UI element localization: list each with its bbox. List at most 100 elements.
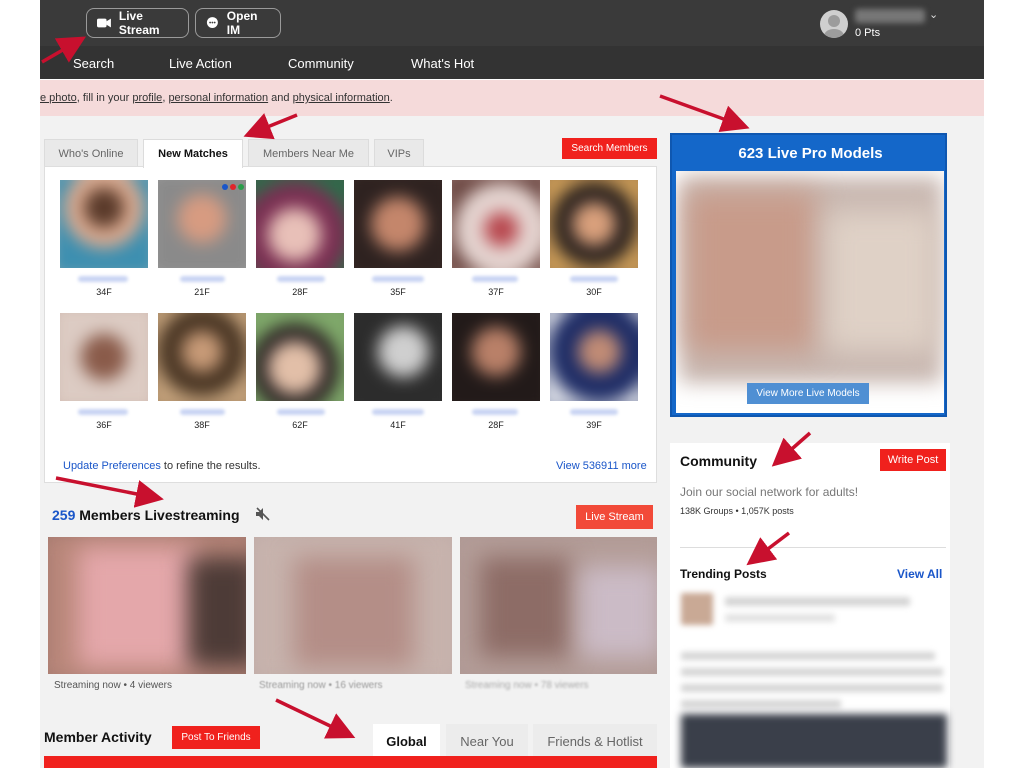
member-age: 36F <box>96 420 112 430</box>
post-meta-blurred <box>725 614 835 622</box>
livestream-label: Members Livestreaming <box>75 507 240 523</box>
nav-live-action[interactable]: Live Action <box>169 56 232 71</box>
community-subtitle: Join our social network for adults! <box>680 485 859 499</box>
live-models-preview[interactable] <box>676 171 944 413</box>
username-blurred <box>570 276 618 282</box>
post-to-friends-button[interactable]: Post To Friends <box>172 726 260 749</box>
video-camera-icon <box>97 18 111 28</box>
stream-caption: Streaming now • 16 viewers <box>259 680 383 691</box>
member-thumb[interactable] <box>60 180 148 268</box>
tab-friends-hotlist[interactable]: Friends & Hotlist <box>533 724 657 758</box>
photo-link[interactable]: e photo <box>40 92 77 104</box>
nav-community[interactable]: Community <box>288 56 354 71</box>
username-blurred <box>180 409 225 415</box>
notice-and: and <box>268 92 293 104</box>
member-age: 37F <box>488 287 504 297</box>
post-text-blurred <box>681 652 935 660</box>
tab-whos-online[interactable]: Who's Online <box>44 139 138 167</box>
physical-info-link[interactable]: physical information <box>293 92 390 104</box>
member-age: 62F <box>292 420 308 430</box>
tab-new-matches[interactable]: New Matches <box>143 139 243 168</box>
username-blurred <box>277 276 325 282</box>
tab-vips[interactable]: VIPs <box>374 139 424 167</box>
post-text-blurred <box>681 668 943 676</box>
member-age: 38F <box>194 420 210 430</box>
activity-banner[interactable] <box>44 756 657 768</box>
member-age: 28F <box>292 287 308 297</box>
username-blurred <box>78 276 128 282</box>
livestreaming-title: 259 Members Livestreaming <box>52 507 240 523</box>
member-thumb[interactable] <box>256 180 344 268</box>
update-preferences-line: Update Preferences to refine the results… <box>63 460 261 472</box>
username-blurred <box>180 276 225 282</box>
live-stream-label: Live Stream <box>118 9 160 37</box>
live-models-title: 623 Live Pro Models <box>738 145 883 162</box>
chat-bubble-icon <box>206 17 218 29</box>
live-models-card[interactable]: 623 Live Pro Models <box>670 133 947 417</box>
open-im-label: Open IM <box>226 9 258 37</box>
avatar[interactable] <box>820 10 848 38</box>
post-image-blurred[interactable] <box>681 714 947 768</box>
member-age: 34F <box>96 287 112 297</box>
personal-info-link[interactable]: personal information <box>168 92 268 104</box>
username-blurred <box>570 409 618 415</box>
community-stats: 138K Groups • 1,057K posts <box>680 506 794 516</box>
member-thumb[interactable] <box>354 180 442 268</box>
divider <box>680 547 946 548</box>
member-thumb[interactable] <box>158 180 246 268</box>
post-text-blurred <box>681 684 943 692</box>
member-thumb[interactable] <box>354 313 442 401</box>
username-blurred <box>372 276 424 282</box>
member-age: 28F <box>488 420 504 430</box>
member-thumb[interactable] <box>60 313 148 401</box>
nav-whats-hot[interactable]: What's Hot <box>411 56 474 71</box>
open-im-button[interactable]: Open IM <box>195 8 281 38</box>
username-blurred <box>78 409 128 415</box>
nav-search[interactable]: Search <box>73 56 114 71</box>
stream-preview[interactable] <box>254 537 452 674</box>
update-preferences-text: to refine the results. <box>160 460 261 472</box>
member-age: 39F <box>586 420 602 430</box>
post-avatar[interactable] <box>681 593 713 625</box>
notice-end: . <box>389 92 393 104</box>
community-title: Community <box>680 453 757 469</box>
stream-caption: Streaming now • 4 viewers <box>54 680 172 691</box>
username-blurred[interactable] <box>855 9 925 23</box>
live-stream-button[interactable]: Live Stream <box>86 8 189 38</box>
notice-text: , fill in your <box>76 92 133 104</box>
live-stream-section-button[interactable]: Live Stream <box>576 505 653 529</box>
username-blurred <box>372 409 424 415</box>
points-label: 0 Pts <box>855 27 881 39</box>
chevron-down-icon[interactable]: ⌄ <box>929 8 938 21</box>
trending-posts-title: Trending Posts <box>680 567 767 581</box>
search-members-button[interactable]: Search Members <box>562 138 657 159</box>
member-thumb[interactable] <box>158 313 246 401</box>
member-activity-title: Member Activity <box>44 729 152 745</box>
livestream-count: 259 <box>52 507 76 523</box>
post-title-blurred[interactable] <box>725 597 910 606</box>
profile-link[interactable]: profile <box>132 92 162 104</box>
update-preferences-link[interactable]: Update Preferences <box>63 460 161 472</box>
view-all-link[interactable]: View All <box>897 567 942 581</box>
stream-preview[interactable] <box>460 537 657 674</box>
tab-global[interactable]: Global <box>373 724 440 758</box>
muted-speaker-icon[interactable] <box>255 507 271 521</box>
member-thumb[interactable] <box>452 180 540 268</box>
member-thumb[interactable] <box>452 313 540 401</box>
tab-near-you[interactable]: Near You <box>446 724 528 758</box>
tab-members-near-me[interactable]: Members Near Me <box>248 139 369 167</box>
username-blurred <box>472 276 518 282</box>
member-age: 21F <box>194 287 210 297</box>
member-age: 30F <box>586 287 602 297</box>
stream-preview[interactable] <box>48 537 246 674</box>
member-age: 35F <box>390 287 406 297</box>
write-post-button[interactable]: Write Post <box>880 449 946 471</box>
member-thumb[interactable] <box>550 180 638 268</box>
member-thumb[interactable] <box>550 313 638 401</box>
view-more-live-models-button[interactable]: View More Live Models <box>747 383 869 404</box>
view-more-link[interactable]: View 536911 more <box>556 460 647 472</box>
status-dots <box>222 184 244 190</box>
profile-notice: e photo, fill in your profile, personal … <box>40 80 984 116</box>
member-thumb[interactable] <box>256 313 344 401</box>
page: Live Stream Open IM 0 Pts ⌄ Search Live … <box>0 0 1024 768</box>
